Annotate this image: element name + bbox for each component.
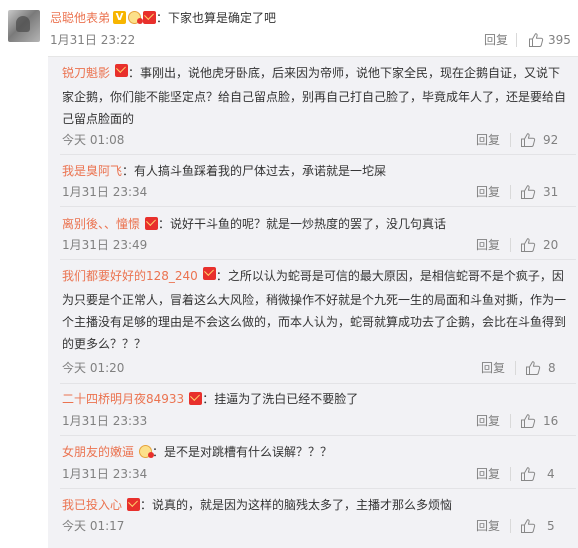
divider	[60, 259, 576, 260]
divider	[510, 185, 511, 199]
reply-username[interactable]: 离别後、、憧憬	[62, 217, 140, 231]
reply-button[interactable]: 回复	[484, 31, 508, 49]
like-count: 395	[548, 33, 571, 47]
reply-time: 1月31日 23:49	[62, 238, 148, 252]
reply-text: ：挂逼为了洗白已经不要脸了	[202, 392, 359, 406]
comment-time: 1月31日 23:22	[50, 33, 136, 47]
fan-badge-icon	[139, 445, 155, 458]
reply-text: ：事刚出，说他虎牙卧底，后来因为帝师，说他下家全民，现在企鹅自证，又说下家企鹅，…	[62, 66, 567, 126]
red-envelope-icon	[189, 392, 203, 405]
reply-username[interactable]: 二十四桥明月夜84933	[62, 392, 184, 406]
divider	[510, 238, 511, 252]
reply-button[interactable]: 回复	[476, 465, 500, 483]
divider	[515, 361, 516, 375]
divider	[60, 488, 576, 489]
red-envelope-icon	[115, 64, 129, 77]
vip-v-icon: V	[113, 11, 127, 24]
comment-username[interactable]: 忌聪他表弟	[50, 11, 110, 25]
reply-time: 1月31日 23:33	[62, 414, 148, 428]
thumbs-up-icon[interactable]	[525, 360, 541, 376]
reply-button[interactable]: 回复	[476, 183, 500, 201]
thumbs-up-icon[interactable]	[528, 32, 544, 48]
divider	[516, 33, 517, 47]
divider	[60, 206, 576, 207]
divider	[60, 383, 576, 384]
thumbs-up-icon[interactable]	[520, 518, 536, 534]
reply-text: ：说真的，就是因为这样的脑残太多了，主播才那么多烦恼	[140, 498, 453, 512]
like-count: 92	[543, 133, 559, 147]
reply-username[interactable]: 我是臭阿飞	[62, 164, 122, 178]
reply-username[interactable]: 我已投入心	[62, 498, 122, 512]
red-envelope-icon	[202, 267, 216, 280]
divider	[60, 154, 576, 155]
divider	[510, 519, 511, 533]
thumbs-up-icon[interactable]	[520, 413, 536, 429]
avatar[interactable]	[8, 10, 40, 42]
reply-time: 今天 01:17	[62, 519, 125, 533]
reply-text: ：说好干斗鱼的呢？就是一炒热度的罢了，没几句真话	[158, 217, 447, 231]
like-count: 5	[547, 519, 555, 533]
reply-button[interactable]: 回复	[476, 236, 500, 254]
thumbs-up-icon[interactable]	[520, 237, 536, 253]
thumbs-up-icon[interactable]	[520, 132, 536, 148]
reply-button[interactable]: 回复	[476, 131, 500, 149]
reply-username[interactable]: 锐刀魁影	[62, 66, 110, 80]
reply-time: 今天 01:08	[62, 133, 125, 147]
thumbs-up-icon[interactable]	[520, 466, 536, 482]
red-envelope-icon	[145, 217, 159, 230]
divider	[510, 414, 511, 428]
main-comment: 忌聪他表弟 V ：下家也算是确定了吧 1月31日 23:22 回复 395	[0, 0, 578, 52]
divider	[510, 133, 511, 147]
reply-username[interactable]: 我们都要好好的128_240	[62, 269, 198, 283]
reply-time: 今天 01:20	[62, 361, 125, 375]
like-count: 20	[543, 238, 559, 252]
fan-badge-icon	[128, 11, 144, 24]
red-envelope-icon	[143, 11, 157, 24]
like-count: 8	[548, 361, 556, 375]
divider	[60, 435, 576, 436]
like-count: 16	[543, 414, 559, 428]
like-count: 31	[543, 185, 559, 199]
reply-text: ：有人搞斗鱼踩着我的尸体过去，承诺就是一坨屎	[122, 164, 387, 178]
reply-username[interactable]: 女朋友的嫩逼	[62, 445, 134, 459]
like-count: 4	[547, 467, 555, 481]
red-envelope-icon	[127, 498, 141, 511]
reply-button[interactable]: 回复	[481, 359, 505, 377]
thumbs-up-icon[interactable]	[520, 184, 536, 200]
reply-time: 1月31日 23:34	[62, 467, 148, 481]
reply-time: 1月31日 23:34	[62, 185, 148, 199]
divider	[510, 467, 511, 481]
reply-button[interactable]: 回复	[476, 517, 500, 535]
reply-button[interactable]: 回复	[476, 412, 500, 430]
reply-text: ：是不是对跳槽有什么误解？？？	[152, 445, 333, 459]
comment-text: ：下家也算是确定了吧	[156, 11, 277, 25]
